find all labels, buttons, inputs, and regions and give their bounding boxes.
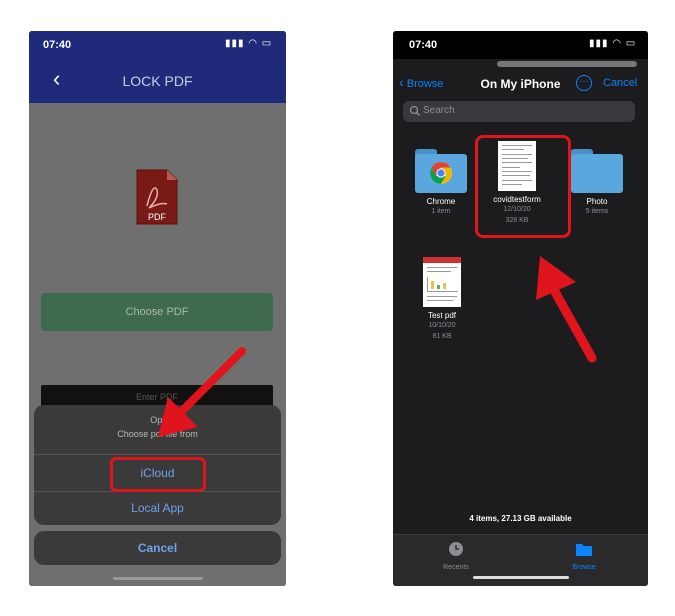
icloud-highlight-box (110, 457, 206, 492)
search-icon (409, 105, 420, 116)
search-input[interactable]: Search (403, 101, 635, 122)
red-arrow-annotation (536, 256, 597, 363)
chrome-icon (430, 162, 452, 184)
covidtestform-highlight-box (475, 135, 571, 238)
file-name: Test pdf (427, 311, 456, 320)
tab-browse[interactable]: Browse (561, 541, 607, 571)
folder-icon (576, 544, 592, 556)
status-bar: 07:40 ▮▮▮ ◠ ▭ (393, 31, 648, 59)
file-test-pdf[interactable]: Test pdf 10/10/20 81 KB (410, 257, 474, 342)
status-time: 07:40 (43, 39, 72, 51)
folder-icon (415, 149, 467, 193)
choose-pdf-button[interactable]: Choose PDF (41, 293, 273, 331)
home-indicator (473, 576, 569, 579)
left-phone-screen: 07:40 ▮▮▮ ◠ ▭ ‹ LOCK PDF PDF Choose PDF … (29, 31, 286, 586)
signal-wifi-battery-icon: ▮▮▮ ◠ ▭ (589, 38, 637, 49)
tab-recents[interactable]: Recents (433, 541, 479, 571)
cancel-button[interactable]: Cancel (603, 77, 637, 89)
file-size: 81 KB (432, 333, 452, 340)
file-name: Chrome (426, 197, 456, 206)
tab-label: Browse (572, 564, 596, 571)
right-phone-screen: 07:40 ▮▮▮ ◠ ▭ ‹ Browse On My iPhone ··· … (393, 31, 648, 586)
folder-photo[interactable]: Photo 5 items (565, 149, 629, 217)
signal-wifi-battery-icon: ▮▮▮ ◠ ▭ (225, 38, 273, 49)
tab-label: Recents (443, 564, 469, 571)
local-app-option[interactable]: Local App (34, 492, 281, 525)
search-placeholder: Search (423, 105, 455, 116)
status-time: 07:40 (409, 39, 438, 51)
folder-chrome[interactable]: Chrome 1 item (409, 149, 473, 217)
more-options-icon[interactable]: ··· (576, 75, 592, 91)
red-arrow-annotation (158, 347, 246, 437)
file-meta: 5 items (585, 208, 609, 215)
pdf-icon-label: PDF (148, 212, 167, 222)
status-bar: 07:40 ▮▮▮ ◠ ▭ (29, 31, 286, 59)
file-name: Photo (586, 197, 608, 206)
home-indicator (113, 577, 203, 580)
storage-summary: 4 items, 27.13 GB available (469, 514, 572, 523)
app-header: ‹ LOCK PDF (29, 59, 286, 103)
sheet-grabber (497, 61, 637, 67)
folder-icon (571, 149, 623, 193)
file-date: 10/10/20 (428, 322, 456, 329)
document-thumbnail-icon (423, 257, 461, 307)
page-title: LOCK PDF (122, 73, 193, 89)
file-meta: 1 item (431, 208, 451, 215)
cancel-button[interactable]: Cancel (34, 531, 281, 565)
pdf-file-icon: PDF (136, 169, 178, 225)
clock-icon (449, 542, 463, 556)
